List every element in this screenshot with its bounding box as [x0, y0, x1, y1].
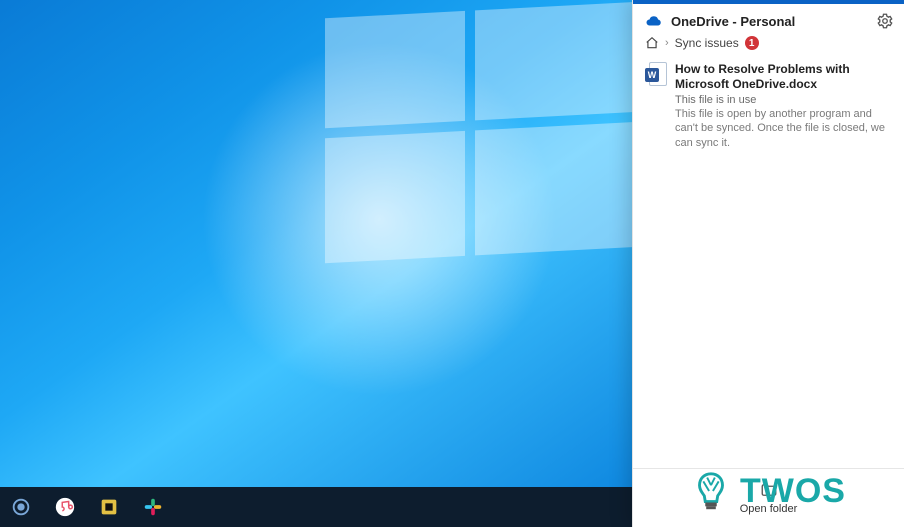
panel-title: OneDrive - Personal: [671, 14, 868, 29]
panel-header: OneDrive - Personal: [633, 4, 904, 34]
open-folder-button[interactable]: Open folder: [633, 469, 904, 527]
windows-logo-wallpaper: [325, 2, 632, 259]
folder-icon: [759, 481, 779, 499]
onedrive-cloud-icon: [645, 12, 663, 30]
word-document-icon: W: [645, 62, 667, 88]
item-subtitle: This file is in use: [675, 94, 892, 106]
windows-desktop[interactable]: [0, 0, 632, 487]
taskbar-icon-app3[interactable]: [96, 494, 122, 520]
taskbar-icon-slack[interactable]: [140, 494, 166, 520]
breadcrumb[interactable]: › Sync issues 1: [633, 34, 904, 58]
onedrive-flyout: OneDrive - Personal › Sync issues 1 W Ho…: [632, 0, 904, 527]
panel-body-spacer: [633, 158, 904, 468]
open-folder-label: Open folder: [740, 503, 797, 515]
chevron-right-icon: ›: [665, 37, 669, 49]
taskbar-icon-app1[interactable]: [8, 494, 34, 520]
panel-footer: Open folder: [633, 468, 904, 527]
item-description: This file is open by another program and…: [675, 107, 892, 150]
screen: OneDrive - Personal › Sync issues 1 W Ho…: [0, 0, 904, 527]
taskbar: [0, 487, 632, 527]
breadcrumb-label[interactable]: Sync issues: [675, 36, 739, 50]
home-icon[interactable]: [645, 36, 659, 50]
taskbar-icon-itunes[interactable]: [52, 494, 78, 520]
issue-count-badge: 1: [745, 36, 759, 50]
gear-icon[interactable]: [876, 12, 894, 30]
sync-issue-item[interactable]: W How to Resolve Problems with Microsoft…: [633, 58, 904, 158]
item-title: How to Resolve Problems with Microsoft O…: [675, 62, 892, 92]
